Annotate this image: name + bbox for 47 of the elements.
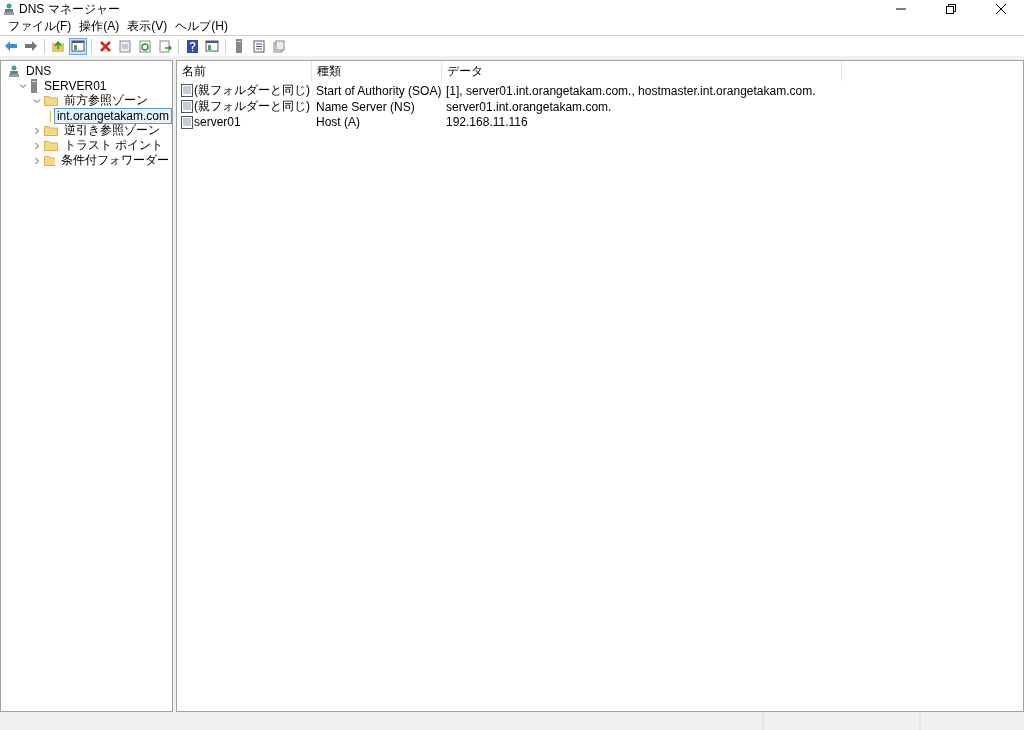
record-icon <box>181 115 193 129</box>
refresh-icon <box>139 39 151 53</box>
menu-item[interactable]: ヘルプ(H) <box>171 18 232 35</box>
record-icon <box>181 100 193 113</box>
table-cell: 192.168.11.116 <box>446 115 528 129</box>
menu-item[interactable]: 操作(A) <box>75 18 124 35</box>
tree-item[interactable]: int.orangetakam.com <box>53 107 172 124</box>
forward-arrow-icon <box>24 40 38 52</box>
list-icon <box>253 39 265 53</box>
folder-icon <box>44 95 58 106</box>
table-cell: server01 <box>194 115 241 129</box>
column-header[interactable]: 種類 <box>312 61 442 81</box>
table-cell: Name Server (NS) <box>316 99 415 114</box>
export-list-icon <box>158 39 172 53</box>
tree-item[interactable]: DNS <box>23 62 55 79</box>
restore-icon[interactable] <box>946 4 956 14</box>
folder-icon <box>44 140 58 151</box>
back-arrow-icon <box>4 40 18 52</box>
console-pane-icon <box>205 40 219 52</box>
copy-icon <box>273 39 285 53</box>
folder-icon <box>44 125 58 136</box>
folder-up-icon <box>51 40 65 52</box>
dns-icon <box>8 64 20 77</box>
help-icon <box>186 39 198 53</box>
menu-item[interactable]: ファイル(F) <box>4 18 76 35</box>
record-icon <box>181 84 193 97</box>
menu-item[interactable]: 表示(V) <box>123 18 172 35</box>
table-cell: Host (A) <box>316 115 360 129</box>
table-cell: Start of Authority (SOA) <box>316 83 442 98</box>
dns-icon <box>3 3 15 15</box>
server-icon <box>30 78 38 93</box>
table-cell: server01.int.orangetakam.com. <box>446 99 612 114</box>
column-header[interactable]: 名前 <box>177 61 312 81</box>
console-pane-icon <box>71 40 85 52</box>
server-icon <box>235 39 243 53</box>
tree-item[interactable]: SERVER01 <box>41 77 110 94</box>
close-icon[interactable] <box>996 4 1006 14</box>
delete-icon <box>98 39 112 53</box>
table-cell: (親フォルダーと同じ) <box>194 98 310 115</box>
properties-icon <box>119 39 131 53</box>
window-title: DNS マネージャー <box>19 0 120 18</box>
column-header[interactable]: データ <box>442 61 842 81</box>
table-cell: [1], server01.int.orangetakam.com., hostmaster.int.orangetakam.com. <box>446 83 816 98</box>
toolbar-button[interactable] <box>69 37 87 55</box>
tree-item[interactable]: 前方参照ゾーン <box>61 91 151 110</box>
folder-icon <box>44 155 55 166</box>
table-cell: (親フォルダーと同じ) <box>194 82 310 99</box>
